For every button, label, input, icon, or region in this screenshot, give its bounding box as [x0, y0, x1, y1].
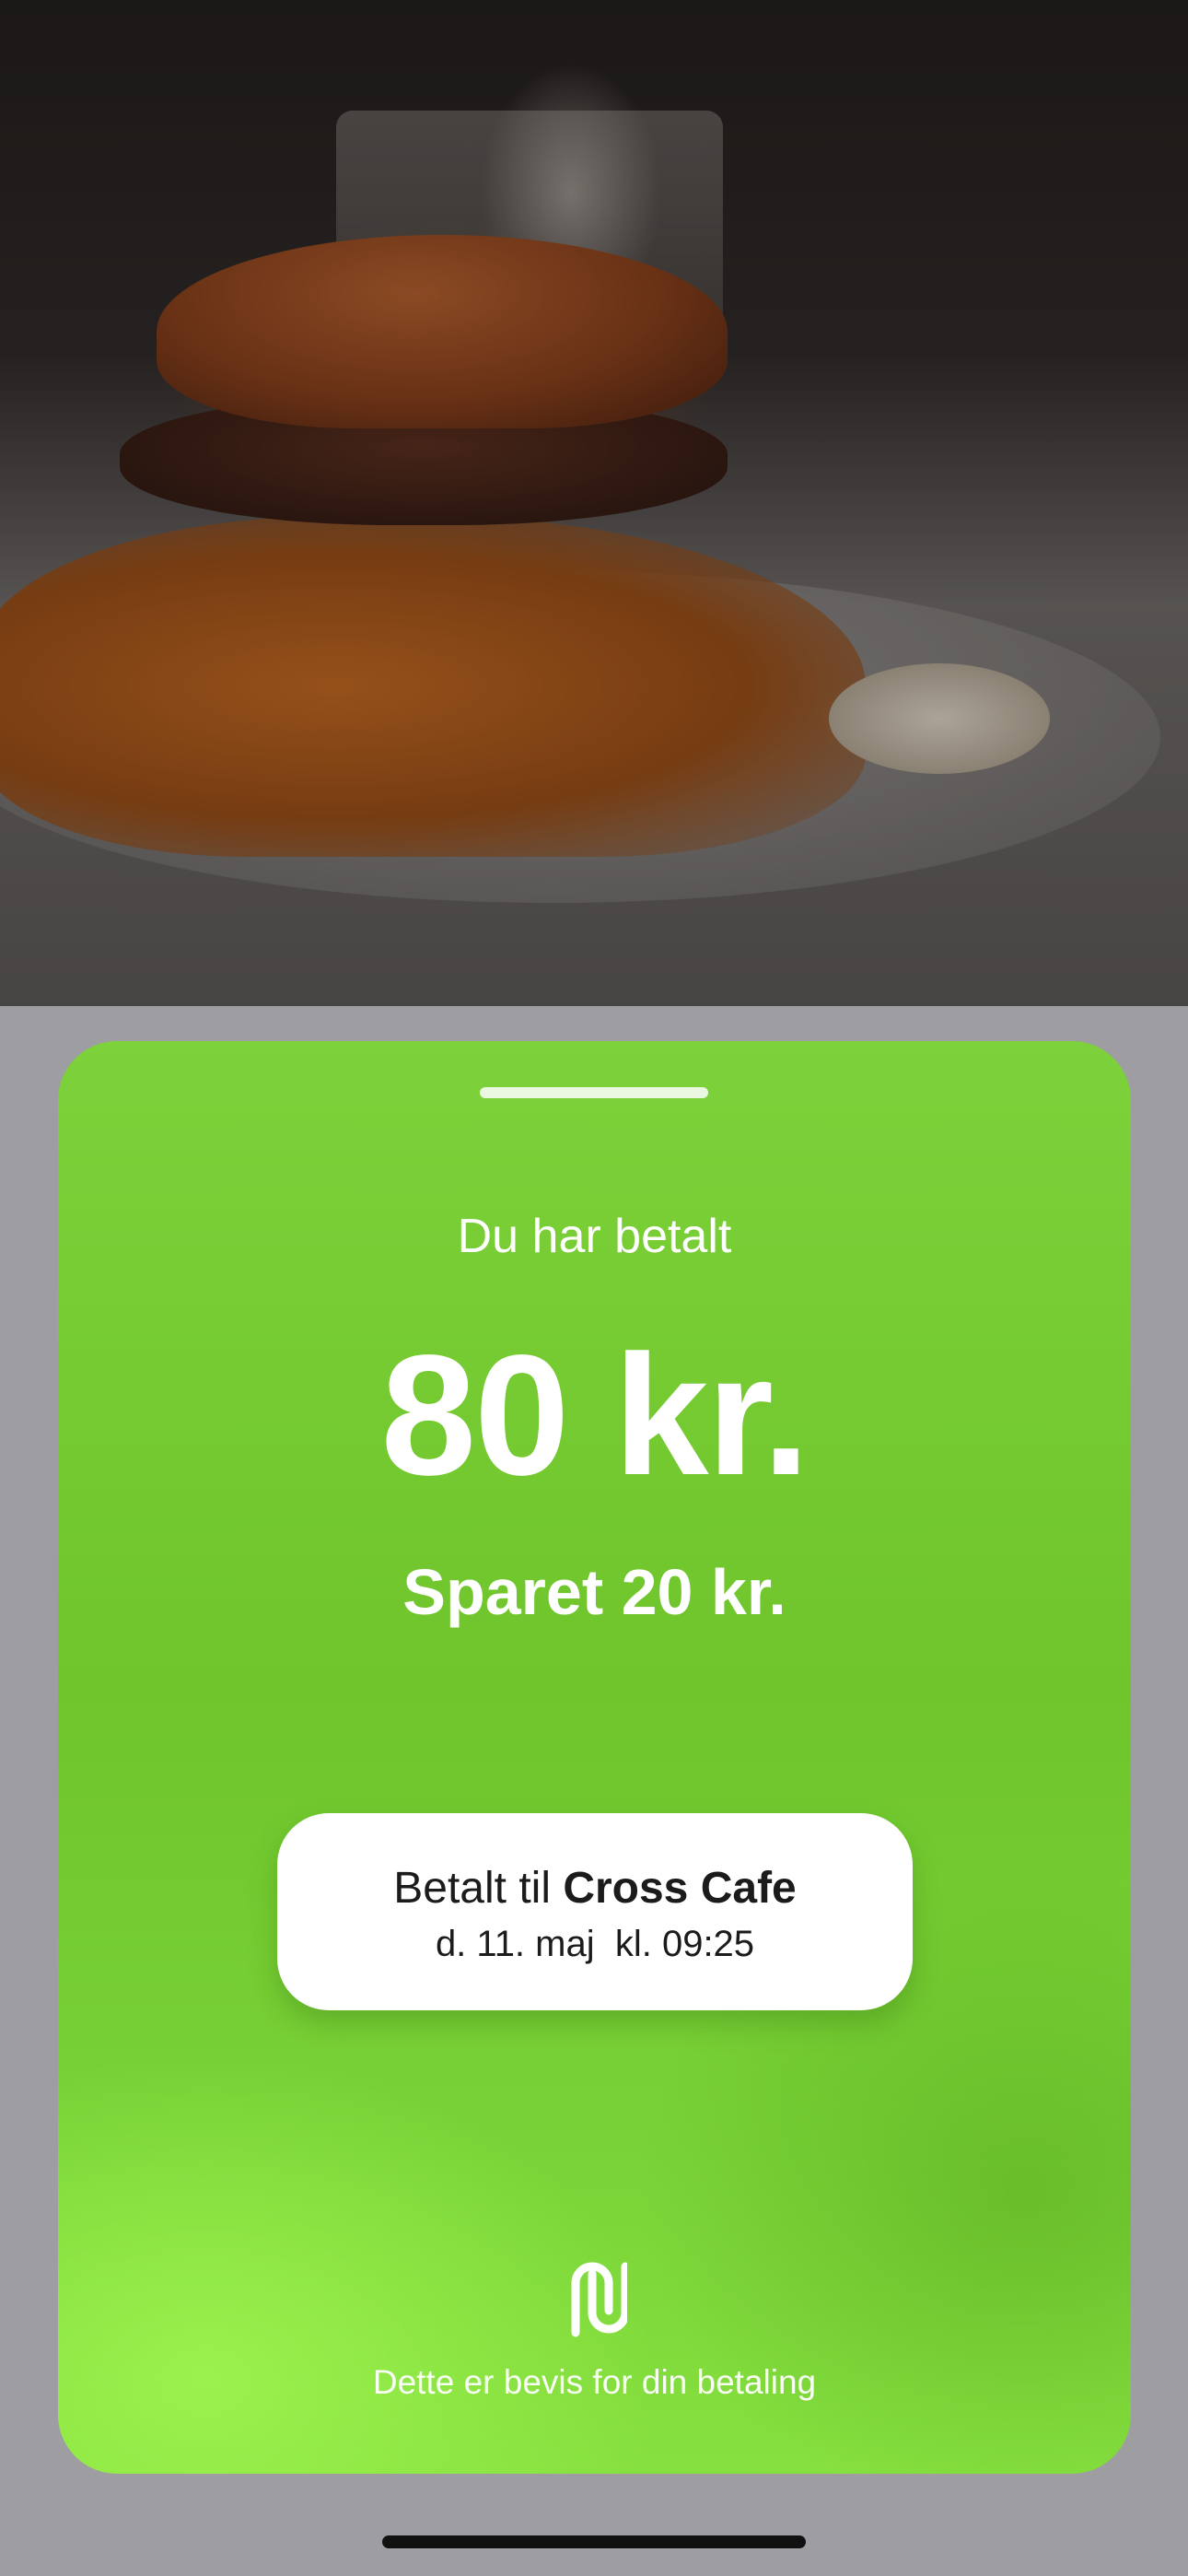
saved-amount: Sparet 20 kr.	[402, 1556, 786, 1628]
food-photo	[0, 0, 1188, 1006]
merchant-prefix: Betalt til	[393, 1864, 564, 1913]
paid-amount: 80 kr.	[380, 1320, 810, 1511]
photo-dim-overlay	[0, 0, 1188, 1006]
sheet-grabber-handle[interactable]	[480, 1087, 708, 1098]
payment-receipt-sheet[interactable]: Du har betalt 80 kr. Sparet 20 kr. Betal…	[58, 1041, 1131, 2474]
brand-logo-icon	[571, 2262, 627, 2337]
proof-of-payment-text: Dette er bevis for din betaling	[372, 2363, 817, 2401]
merchant-name: Cross Cafe	[563, 1864, 797, 1913]
home-indicator[interactable]	[382, 2535, 806, 2548]
payment-datetime: d. 11. maj kl. 09:25	[435, 1924, 755, 1964]
paid-label: Du har betalt	[457, 1210, 732, 1263]
merchant-line: Betalt til Cross Cafe	[277, 1863, 913, 1914]
merchant-info-pill: Betalt til Cross Cafe d. 11. maj kl. 09:…	[277, 1813, 913, 2010]
